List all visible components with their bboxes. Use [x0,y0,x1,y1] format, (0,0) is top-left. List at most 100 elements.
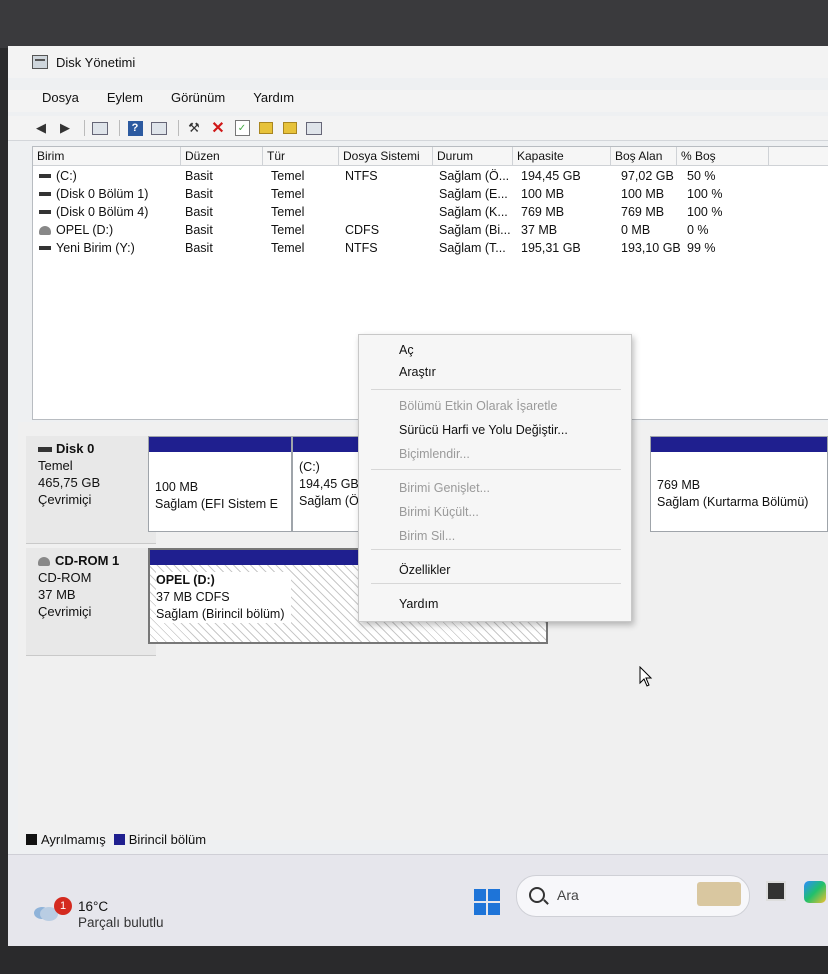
cell-yuzde: 99 % [687,241,716,255]
cell-bos-alan: 193,10 GB [621,241,681,255]
menu-format[interactable]: Biçimlendir... [399,445,470,463]
disk-management-icon [32,55,48,69]
cell-kapasite: 194,45 GB [521,169,581,183]
disk-0-label[interactable]: Disk 0 Temel 465,75 GB Çevrimiçi [26,436,156,544]
task-view-icon[interactable] [766,881,786,901]
cd-drive-icon [38,557,50,567]
cell-durum: Sağlam (Ö... [439,169,510,183]
cell-duzen: Basit [185,223,213,237]
table-row[interactable]: Yeni Birim (Y:) Basit Temel NTFS Sağlam … [33,239,828,257]
menu-file[interactable]: Dosya [40,90,81,112]
hard-disk-icon [38,447,52,453]
monitor-bezel [0,0,828,48]
menu-separator [371,389,621,390]
cell-tur: Temel [271,241,305,255]
toolbar-separator [178,120,179,136]
menu-open[interactable]: Aç [399,341,414,359]
menu-mark-active[interactable]: Bölümü Etkin Olarak İşaretle [399,397,557,415]
cell-tur: Temel [271,205,305,219]
col-bos-alan[interactable]: Boş Alan [611,147,677,165]
checklist-icon[interactable]: ✓ [233,120,251,136]
cell-bos-alan: 97,02 GB [621,169,674,183]
volume-list-header: Birim Düzen Tür Dosya Sistemi Durum Kapa… [33,147,828,166]
cell-birim: (Disk 0 Bölüm 1) [39,185,179,203]
table-row[interactable]: (Disk 0 Bölüm 1) Basit Temel Sağlam (E..… [33,185,828,203]
col-durum[interactable]: Durum [433,147,513,165]
menu-change-drive-letter[interactable]: Sürücü Harfi ve Yolu Değiştir... [399,421,568,439]
col-yuzde-bos[interactable]: % Boş [677,147,769,165]
taskbar-search[interactable]: Ara [516,875,750,917]
col-duzen[interactable]: Düzen [181,147,263,165]
menu-help[interactable]: Yardım [251,90,296,112]
menu-properties[interactable]: Özellikler [399,561,450,579]
notification-badge: 1 [54,897,72,915]
weather-temperature[interactable]: 16°C [78,899,108,914]
menu-view[interactable]: Görünüm [169,90,227,112]
menu-action[interactable]: Eylem [105,90,145,112]
cell-fs: NTFS [345,169,378,183]
cell-yuzde: 100 % [687,205,723,219]
menu-help-item[interactable]: Yardım [399,595,438,613]
weather-condition[interactable]: Parçalı bulutlu [78,915,164,930]
cell-birim: (Disk 0 Bölüm 4) [39,203,179,221]
col-dosya-sistemi[interactable]: Dosya Sistemi [339,147,433,165]
drive-icon [39,191,51,196]
forward-arrow-icon[interactable]: ▶ [56,120,74,136]
col-kapasite[interactable]: Kapasite [513,147,611,165]
cell-bos-alan: 0 MB [621,223,651,237]
cell-yuzde: 0 % [687,223,709,237]
menu-explore[interactable]: Araştır [399,363,436,381]
connect-disk-icon[interactable]: ⚒ [185,120,203,136]
col-birim[interactable]: Birim [33,147,181,165]
partition-efi[interactable]: 100 MB Sağlam (EFI Sistem E [148,436,292,532]
legend-unallocated: Ayrılmamış [41,832,106,847]
back-arrow-icon[interactable]: ◀ [32,120,50,136]
cell-durum: Sağlam (T... [439,241,506,255]
cell-kapasite: 37 MB [521,223,558,237]
toolbar-separator [84,120,85,136]
menu-delete-volume[interactable]: Birim Sil... [399,527,455,545]
cell-duzen: Basit [185,187,213,201]
cell-fs: NTFS [345,241,378,255]
cell-yuzde: 100 % [687,187,723,201]
cell-tur: Temel [271,223,305,237]
folder-icon[interactable] [257,120,275,136]
cell-birim: Yeni Birim (Y:) [39,239,179,257]
cd-drive-icon [39,226,51,236]
table-row[interactable]: OPEL (D:) Basit Temel CDFS Sağlam (Bi...… [33,221,828,239]
cell-birim: OPEL (D:) [39,221,179,239]
menu-separator [371,549,621,550]
help-icon[interactable]: ? [126,120,144,136]
cell-durum: Sağlam (E... [439,187,508,201]
copilot-icon[interactable] [804,881,826,903]
search-folder-icon[interactable] [281,120,299,136]
search-placeholder: Ara [557,887,579,903]
cell-duzen: Basit [185,205,213,219]
cell-durum: Sağlam (K... [439,205,508,219]
menu-separator [371,583,621,584]
windows-start-icon[interactable] [474,889,500,915]
drive-icon [39,173,51,178]
context-menu: Aç Araştır Bölümü Etkin Olarak İşaretle … [358,334,632,622]
drive-icon [39,209,51,214]
search-icon [529,887,545,903]
table-row[interactable]: (C:) Basit Temel NTFS Sağlam (Ö... 194,4… [33,167,828,185]
menu-shrink-volume[interactable]: Birimi Küçült... [399,503,479,521]
partition-recovery[interactable]: 769 MB Sağlam (Kurtarma Bölümü) [650,436,828,532]
cell-duzen: Basit [185,241,213,255]
delete-icon[interactable]: ✕ [209,120,227,137]
table-row[interactable]: (Disk 0 Bölüm 4) Basit Temel Sağlam (K..… [33,203,828,221]
cell-birim: (C:) [39,167,179,185]
unallocated-swatch [26,834,37,845]
col-tur[interactable]: Tür [263,147,339,165]
drive-icon [39,245,51,250]
menu-extend-volume[interactable]: Birimi Genişlet... [399,479,490,497]
show-pane-icon[interactable] [150,120,168,136]
legend: Ayrılmamış Birincil bölüm [26,832,206,847]
cdrom-1-label[interactable]: CD-ROM 1 CD-ROM 37 MB Çevrimiçi [26,548,156,656]
menu-bar: Dosya Eylem Görünüm Yardım [8,90,828,112]
console-tree-icon[interactable] [91,120,109,136]
legend-primary: Birincil bölüm [128,832,207,847]
cell-bos-alan: 100 MB [621,187,665,201]
properties-icon[interactable] [305,120,323,136]
